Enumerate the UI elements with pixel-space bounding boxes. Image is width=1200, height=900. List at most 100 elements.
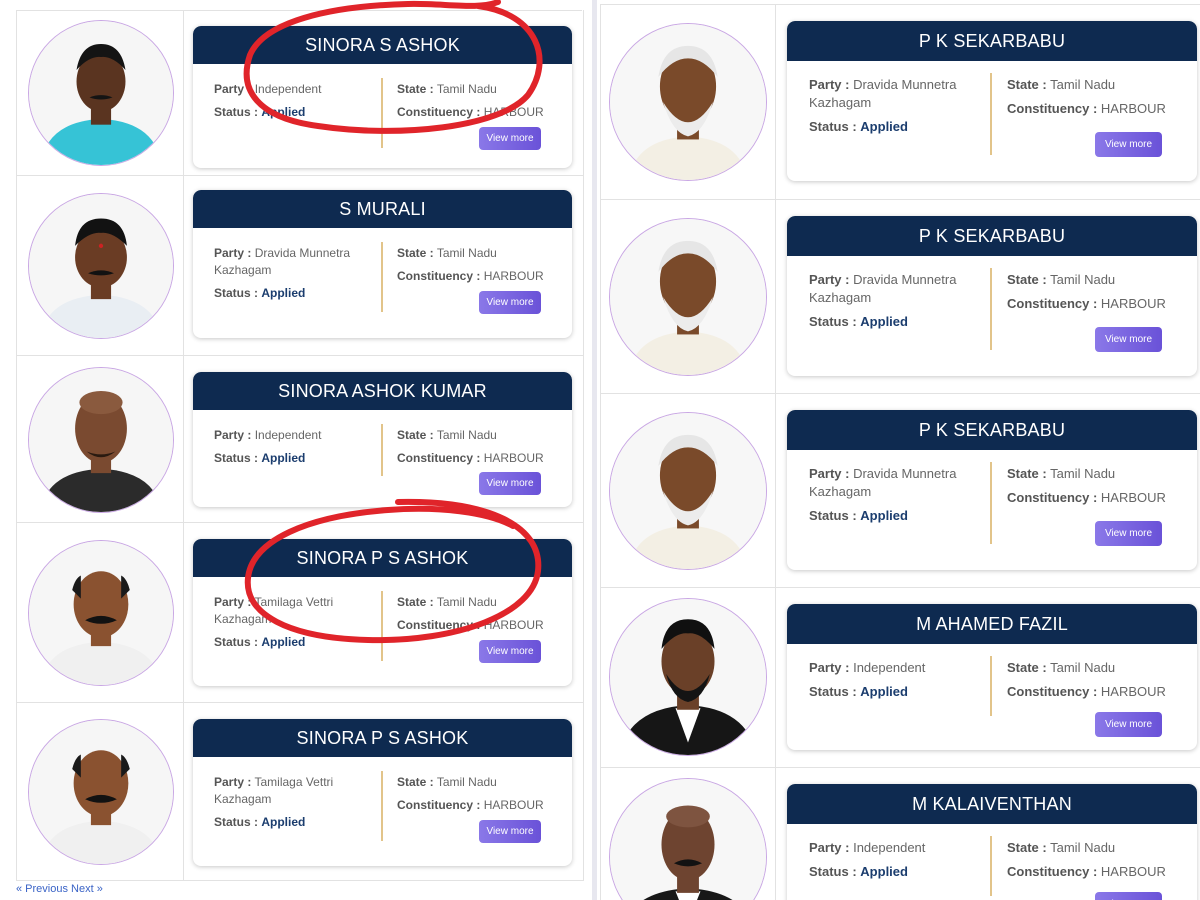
- candidate-card: S MURALI Party : Dravida Munnetra Kazhag…: [193, 190, 572, 338]
- constituency-label: Constituency :: [1007, 864, 1098, 879]
- view-more-button[interactable]: View more: [1095, 132, 1162, 157]
- column-separator: [990, 462, 992, 544]
- column-separator: [990, 836, 992, 896]
- party-status-column: Party : Independent Status : Applied: [809, 659, 979, 707]
- state-constituency-column: State : Tamil Nadu Constituency : HARBOU…: [397, 427, 567, 473]
- candidate-name: P K SEKARBABU: [787, 21, 1197, 61]
- status-label: Status :: [809, 684, 857, 699]
- constituency-label: Constituency :: [397, 451, 481, 465]
- state-value: Tamil Nadu: [1050, 466, 1116, 481]
- photo-cell: [17, 703, 184, 880]
- candidate-photo-icon: [28, 540, 174, 686]
- state-value: Tamil Nadu: [1050, 840, 1116, 855]
- state-constituency-column: State : Tamil Nadu Constituency : HARBOU…: [397, 81, 567, 127]
- column-separator: [990, 656, 992, 716]
- party-status-column: Party : Dravida Munnetra Kazhagam Status…: [809, 76, 979, 142]
- candidate-photo-icon: [28, 367, 174, 513]
- view-more-button[interactable]: View more: [479, 472, 541, 495]
- candidate-name: S MURALI: [193, 190, 572, 228]
- state-label: State :: [397, 428, 434, 442]
- state-label: State :: [1007, 466, 1047, 481]
- candidate-photo-icon: [609, 23, 767, 181]
- constituency-label: Constituency :: [397, 105, 481, 119]
- state-constituency-column: State : Tamil Nadu Constituency : HARBOU…: [1007, 465, 1192, 513]
- state-label: State :: [397, 775, 434, 789]
- constituency-label: Constituency :: [1007, 101, 1098, 116]
- view-more-button[interactable]: View more: [479, 640, 541, 663]
- view-more-button[interactable]: View more: [479, 820, 541, 843]
- status-value: Applied: [261, 286, 306, 300]
- candidate-name: SINORA ASHOK KUMAR: [193, 372, 572, 410]
- candidate-card: SINORA P S ASHOK Party : Tamilaga Vettri…: [193, 719, 572, 866]
- status-label: Status :: [214, 105, 259, 119]
- candidate-name: P K SEKARBABU: [787, 410, 1197, 450]
- party-status-column: Party : Tamilaga Vettri Kazhagam Status …: [214, 774, 374, 837]
- candidate-card: P K SEKARBABU Party : Dravida Munnetra K…: [787, 21, 1197, 181]
- party-status-column: Party : Dravida Munnetra Kazhagam Status…: [809, 465, 979, 531]
- photo-cell: [601, 768, 776, 900]
- constituency-value: HARBOUR: [483, 269, 544, 283]
- state-value: Tamil Nadu: [1050, 660, 1116, 675]
- candidate-photo-icon: [28, 20, 174, 166]
- status-value: Applied: [860, 684, 908, 699]
- view-more-button[interactable]: View more: [1095, 892, 1162, 900]
- state-label: State :: [397, 595, 434, 609]
- party-status-column: Party : Independent Status : Applied: [214, 427, 374, 473]
- state-value: Tamil Nadu: [1050, 272, 1116, 287]
- table-row: P K SEKARBABU Party : Dravida Munnetra K…: [601, 200, 1200, 394]
- party-status-column: Party : Tamilaga Vettri Kazhagam Status …: [214, 594, 374, 657]
- state-constituency-column: State : Tamil Nadu Constituency : HARBOU…: [397, 774, 567, 820]
- next-page-link[interactable]: Next »: [71, 883, 103, 895]
- status-value: Applied: [261, 635, 306, 649]
- candidate-photo-icon: [609, 778, 767, 900]
- candidate-name: SINORA S ASHOK: [193, 26, 572, 64]
- view-more-button[interactable]: View more: [479, 291, 541, 314]
- table-row: SINORA S ASHOK Party : Independent Statu…: [17, 10, 583, 176]
- candidate-name: SINORA P S ASHOK: [193, 719, 572, 757]
- photo-cell: [601, 200, 776, 393]
- status-label: Status :: [214, 286, 259, 300]
- status-value: Applied: [261, 105, 306, 119]
- state-constituency-column: State : Tamil Nadu Constituency : HARBOU…: [1007, 839, 1192, 887]
- view-more-button[interactable]: View more: [1095, 521, 1162, 546]
- candidate-name: SINORA P S ASHOK: [193, 539, 572, 577]
- column-separator: [381, 424, 383, 476]
- table-row: SINORA P S ASHOK Party : Tamilaga Vettri…: [17, 703, 583, 881]
- candidate-card: SINORA ASHOK KUMAR Party : Independent S…: [193, 372, 572, 507]
- constituency-value: HARBOUR: [1100, 101, 1166, 116]
- column-separator: [990, 73, 992, 155]
- state-constituency-column: State : Tamil Nadu Constituency : HARBOU…: [1007, 271, 1192, 319]
- state-constituency-column: State : Tamil Nadu Constituency : HARBOU…: [397, 594, 567, 640]
- status-label: Status :: [214, 815, 259, 829]
- table-row: SINORA P S ASHOK Party : Tamilaga Vettri…: [17, 523, 583, 703]
- photo-cell: [601, 588, 776, 767]
- constituency-value: HARBOUR: [483, 618, 544, 632]
- candidate-photo-icon: [609, 598, 767, 756]
- table-row: M AHAMED FAZIL Party : Independent Statu…: [601, 588, 1200, 768]
- state-value: Tamil Nadu: [436, 82, 497, 96]
- party-value: Independent: [254, 428, 322, 442]
- candidate-name: M KALAIVENTHAN: [787, 784, 1197, 824]
- column-separator: [381, 242, 383, 312]
- state-constituency-column: State : Tamil Nadu Constituency : HARBOU…: [1007, 659, 1192, 707]
- party-label: Party :: [809, 466, 850, 481]
- table-row: SINORA ASHOK KUMAR Party : Independent S…: [17, 356, 583, 523]
- constituency-label: Constituency :: [1007, 684, 1098, 699]
- party-status-column: Party : Independent Status : Applied: [214, 81, 374, 127]
- status-label: Status :: [214, 451, 259, 465]
- constituency-label: Constituency :: [397, 618, 481, 632]
- table-row: P K SEKARBABU Party : Dravida Munnetra K…: [601, 394, 1200, 588]
- candidate-list-right: P K SEKARBABU Party : Dravida Munnetra K…: [600, 4, 1200, 900]
- view-more-button[interactable]: View more: [1095, 712, 1162, 737]
- column-separator: [381, 591, 383, 661]
- view-more-button[interactable]: View more: [1095, 327, 1162, 352]
- party-label: Party :: [809, 660, 850, 675]
- state-constituency-column: State : Tamil Nadu Constituency : HARBOU…: [397, 245, 567, 291]
- previous-page-link[interactable]: « Previous: [16, 883, 68, 895]
- right-screenshot-panel: P K SEKARBABU Party : Dravida Munnetra K…: [597, 0, 1200, 900]
- candidate-card: P K SEKARBABU Party : Dravida Munnetra K…: [787, 410, 1197, 570]
- constituency-value: HARBOUR: [483, 451, 544, 465]
- party-status-column: Party : Independent Status : Applied: [809, 839, 979, 887]
- view-more-button[interactable]: View more: [479, 127, 541, 150]
- candidate-list-left: SINORA S ASHOK Party : Independent Statu…: [16, 10, 584, 881]
